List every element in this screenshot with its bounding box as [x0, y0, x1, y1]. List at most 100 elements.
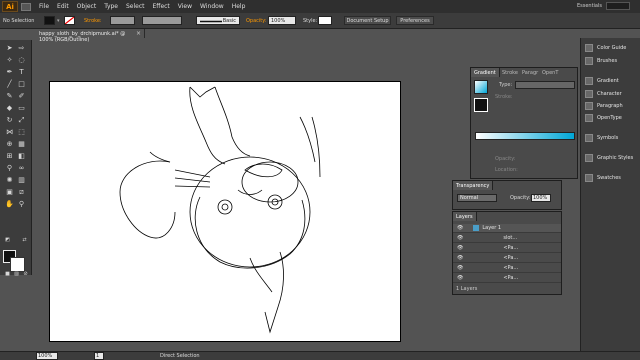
color-mode-icon[interactable]: ■ [3, 270, 12, 279]
menu-window[interactable]: Window [200, 3, 224, 10]
eye-icon[interactable]: 👁 [457, 275, 463, 281]
menu-help[interactable]: Help [232, 3, 246, 10]
layer-row[interactable]: 👁 <Pa... [453, 264, 561, 273]
menu-edit[interactable]: Edit [57, 3, 69, 10]
tab-stroke[interactable]: Stroke [499, 68, 521, 77]
panel-brushes[interactable]: Brushes [585, 55, 617, 67]
opacity-label[interactable]: Opacity: [246, 16, 267, 25]
line-tool-icon[interactable]: ╱ [5, 80, 14, 89]
layer-row[interactable]: 👁 <Pa... [453, 254, 561, 263]
stroke-label[interactable]: Stroke: [84, 16, 102, 25]
menu-effect[interactable]: Effect [153, 3, 170, 10]
document-tab[interactable]: happy_sloth_by_drchipmunk.ai* @ 100% (RG… [35, 29, 145, 43]
direct-selection-tool-icon[interactable]: ⇨ [17, 44, 26, 53]
panel-color-guide[interactable]: Color Guide [585, 42, 626, 54]
panel-graphic-styles[interactable]: Graphic Styles [585, 152, 633, 164]
status-bar: 100% 1 Direct Selection [0, 351, 640, 360]
document-setup-button[interactable]: Document Setup [344, 16, 391, 25]
fill-color-swatch[interactable] [44, 16, 55, 25]
zoom-field[interactable]: 100% [36, 352, 58, 360]
layer-row[interactable]: 👁 <Pa... [453, 244, 561, 253]
search-input[interactable] [606, 2, 630, 10]
eyedropper-tool-icon[interactable]: ⚲ [5, 164, 14, 173]
bridge-icon[interactable] [21, 2, 31, 11]
none-mode-icon[interactable]: ⊘ [21, 270, 30, 279]
pencil-tool-icon[interactable]: ✐ [17, 92, 26, 101]
gradient-panel: Gradient Stroke Paragr OpenT Type: Strok… [470, 67, 578, 179]
eye-icon[interactable]: 👁 [457, 235, 463, 241]
panel-swatches[interactable]: Swatches [585, 172, 621, 184]
menu-file[interactable]: File [39, 3, 49, 10]
free-transform-tool-icon[interactable]: ⬚ [17, 128, 26, 137]
workspace-switcher[interactable]: Essentials [577, 3, 602, 9]
type-tool-icon[interactable]: T [17, 68, 26, 77]
gradient-slider[interactable] [475, 132, 575, 140]
paintbrush-tool-icon[interactable]: ✎ [5, 92, 14, 101]
opacity-field[interactable]: 100% [531, 194, 551, 202]
symbol-sprayer-tool-icon[interactable]: ✺ [5, 176, 14, 185]
stroke-color-swatch[interactable] [64, 16, 75, 25]
tab-gradient[interactable]: Gradient [471, 68, 500, 77]
sloth-tail-path [264, 251, 284, 334]
lasso-tool-icon[interactable]: ◌ [17, 56, 26, 65]
menu-type[interactable]: Type [104, 3, 118, 10]
rotate-tool-icon[interactable]: ↻ [5, 116, 14, 125]
gradient-tool-icon[interactable]: ◧ [17, 152, 26, 161]
stroke-weight-field[interactable] [110, 16, 135, 25]
swap-colors-icon[interactable]: ⇄ [20, 236, 29, 245]
mesh-tool-icon[interactable]: ⊞ [5, 152, 14, 161]
menu-select[interactable]: Select [126, 3, 145, 10]
panel-symbols[interactable]: Symbols [585, 132, 618, 144]
eraser-tool-icon[interactable]: ▭ [17, 104, 26, 113]
eye-icon[interactable]: 👁 [457, 245, 463, 251]
zoom-tool-icon[interactable]: ⚲ [17, 200, 26, 209]
gradient-mode-icon[interactable]: ▨ [12, 270, 21, 279]
variable-width-field[interactable] [142, 16, 182, 25]
blend-tool-icon[interactable]: ∞ [17, 164, 26, 173]
sloth-outline-artwork[interactable] [50, 82, 402, 343]
artboard[interactable] [49, 81, 401, 342]
blend-mode-select[interactable]: Normal [457, 194, 497, 202]
scale-tool-icon[interactable]: ⤢ [17, 116, 26, 125]
close-icon[interactable]: × [136, 30, 141, 37]
gradient-fill-stroke-swatch[interactable] [474, 98, 488, 112]
slice-tool-icon[interactable]: ⧄ [17, 188, 26, 197]
panel-opentype[interactable]: OpenType [585, 112, 622, 124]
width-tool-icon[interactable]: ⋈ [5, 128, 14, 137]
opacity-field[interactable]: 100% [268, 16, 296, 25]
layer-row[interactable]: 👁 <Pa... [453, 274, 561, 283]
artboard-tool-icon[interactable]: ▣ [5, 188, 14, 197]
eye-icon[interactable]: 👁 [457, 225, 463, 231]
perspective-grid-tool-icon[interactable]: ▦ [17, 140, 26, 149]
gradient-preview-swatch[interactable] [474, 80, 488, 94]
pen-tool-icon[interactable]: ✒ [5, 68, 14, 77]
gradient-type-select[interactable] [515, 81, 575, 89]
symbols-icon [585, 134, 593, 142]
tab-paragraph[interactable]: Paragr [519, 68, 541, 77]
selection-tool-icon[interactable]: ➤ [5, 44, 14, 53]
layer-row[interactable]: 👁 slot... [453, 234, 561, 243]
menu-view[interactable]: View [178, 3, 192, 10]
graph-tool-icon[interactable]: ▥ [17, 176, 26, 185]
artboard-number-field[interactable]: 1 [94, 352, 104, 360]
tab-layers[interactable]: Layers [453, 212, 477, 221]
rectangle-tool-icon[interactable]: □ [17, 80, 26, 89]
eye-icon[interactable]: 👁 [457, 255, 463, 261]
panel-character[interactable]: Character [585, 88, 622, 100]
blob-brush-tool-icon[interactable]: ◆ [5, 104, 14, 113]
shape-builder-tool-icon[interactable]: ⊕ [5, 140, 14, 149]
tab-opentype[interactable]: OpenT [539, 68, 561, 77]
panel-gradient[interactable]: Gradient [585, 75, 619, 87]
layer-row[interactable]: 👁 Layer 1 [453, 224, 561, 233]
default-colors-icon[interactable]: ◩ [3, 236, 12, 245]
magic-wand-tool-icon[interactable]: ✧ [5, 56, 14, 65]
menu-object[interactable]: Object [77, 3, 97, 10]
tab-transparency[interactable]: Transparency [453, 181, 494, 190]
brush-definition-field[interactable]: Basic [196, 16, 240, 25]
graphic-style-swatch[interactable] [318, 16, 332, 25]
preferences-button[interactable]: Preferences [396, 16, 434, 25]
chevron-down-icon[interactable]: ▾ [57, 16, 62, 25]
panel-paragraph[interactable]: Paragraph [585, 100, 623, 112]
hand-tool-icon[interactable]: ✋ [5, 200, 14, 209]
eye-icon[interactable]: 👁 [457, 265, 463, 271]
